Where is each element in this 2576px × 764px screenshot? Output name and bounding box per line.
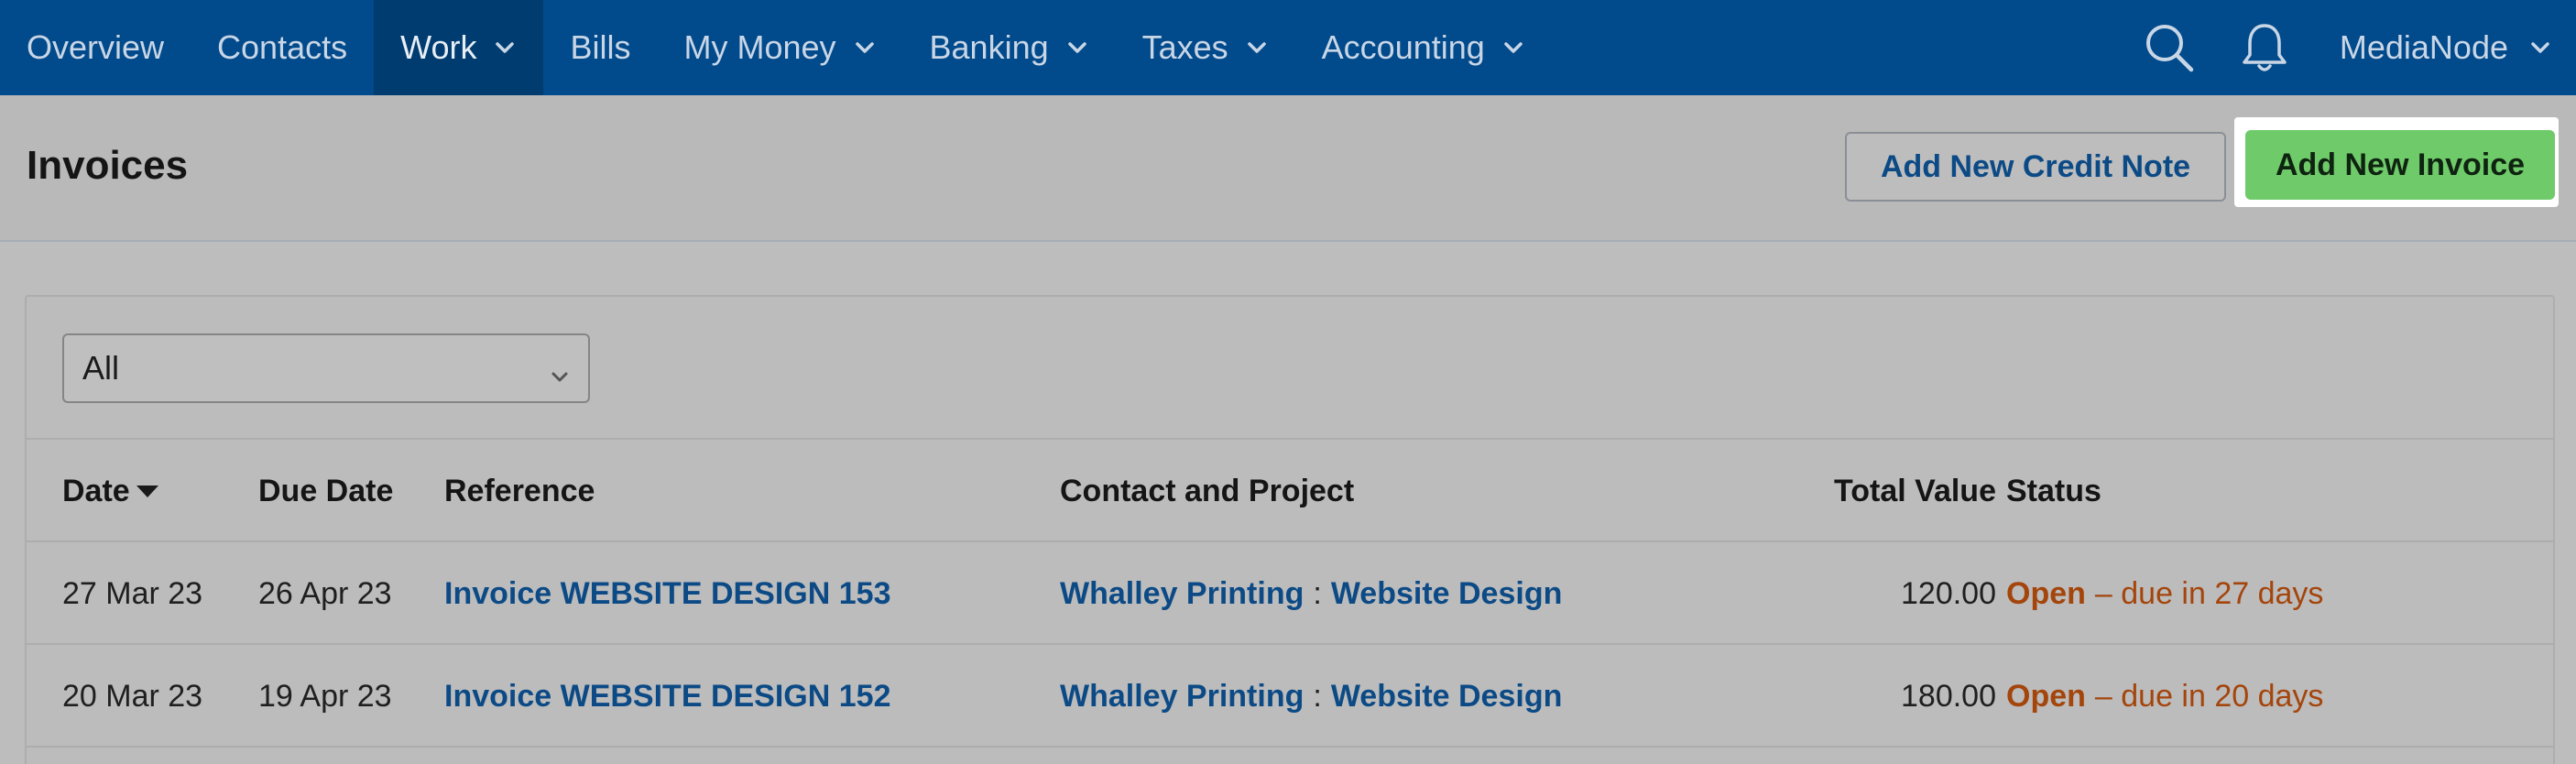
cell-status: Open – due in 20 days — [2006, 645, 2323, 748]
sort-descending-icon — [136, 482, 159, 500]
contact-project-separator: : — [1313, 678, 1322, 714]
cell-date: 20 Mar 23 — [62, 678, 203, 714]
page-header: Invoices Add New Credit Note — [0, 95, 2576, 242]
nav-item-label: Overview — [27, 28, 165, 66]
nav-item-my-money[interactable]: My Money — [657, 0, 902, 95]
cell-contact-project: Whalley Printing : Website Design — [1060, 542, 1562, 645]
nav-item-banking[interactable]: Banking — [903, 0, 1116, 95]
chevron-down-icon — [493, 36, 517, 60]
cell-total-value: 180.00 — [1901, 678, 1996, 714]
status-detail: – due in 27 days — [2094, 575, 2324, 611]
chevron-down-icon — [548, 358, 572, 382]
nav-item-label: My Money — [683, 28, 836, 66]
invoices-panel: All Date Due Date Reference Contact and … — [25, 295, 2555, 764]
nav-item-bills[interactable]: Bills — [543, 0, 657, 95]
chevron-down-icon — [853, 36, 877, 60]
add-new-invoice-button[interactable]: Add New Invoice — [2245, 130, 2555, 200]
nav-item-label: Taxes — [1141, 28, 1228, 66]
chevron-down-icon — [2528, 36, 2552, 60]
status-detail: – due in 20 days — [2094, 678, 2324, 714]
status-badge: Open — [2006, 575, 2086, 611]
column-header-reference[interactable]: Reference — [444, 440, 595, 542]
project-link[interactable]: Website Design — [1331, 576, 1563, 612]
nav-item-label: Accounting — [1321, 28, 1485, 66]
cell-date: 27 Mar 23 — [62, 575, 203, 611]
cell-status: Open – due in 27 days — [2006, 542, 2323, 645]
contact-link[interactable]: Whalley Printing — [1060, 576, 1304, 612]
nav-item-label: Bills — [570, 28, 631, 66]
nav-item-label: Contacts — [217, 28, 348, 66]
search-icon[interactable] — [2122, 0, 2217, 95]
contact-project-separator: : — [1313, 575, 1322, 611]
column-header-date[interactable]: Date — [62, 440, 159, 542]
invoice-reference-link[interactable]: Invoice WEBSITE DESIGN 153 — [444, 542, 890, 645]
table-header: Date Due Date Reference Contact and Proj… — [27, 440, 2553, 542]
nav-item-overview[interactable]: Overview — [0, 0, 191, 95]
chevron-down-icon — [1245, 36, 1269, 60]
chevron-down-icon — [1065, 36, 1089, 60]
top-navigation: Overview Contacts Work Bills My Money Ba… — [0, 0, 2576, 95]
user-name: MediaNode — [2339, 28, 2508, 66]
nav-item-accounting[interactable]: Accounting — [1295, 0, 1552, 95]
table-row: 20 Mar 23 19 Apr 23 Invoice WEBSITE DESI… — [27, 645, 2553, 748]
nav-item-taxes[interactable]: Taxes — [1116, 0, 1295, 95]
chevron-down-icon — [1501, 36, 1525, 60]
contact-link[interactable]: Whalley Printing — [1060, 679, 1304, 715]
nav-right-group: MediaNode — [2122, 0, 2576, 95]
nav-item-work[interactable]: Work — [374, 0, 544, 95]
invoice-reference-link[interactable]: Invoice WEBSITE DESIGN 152 — [444, 645, 890, 748]
column-header-contact[interactable]: Contact and Project — [1060, 440, 1354, 542]
column-header-label: Date — [62, 473, 130, 508]
column-header-due-date[interactable]: Due Date — [258, 440, 393, 542]
cell-total-value: 120.00 — [1901, 575, 1996, 611]
page-title: Invoices — [27, 143, 189, 188]
nav-item-label: Banking — [929, 28, 1049, 66]
status-badge: Open — [2006, 678, 2086, 714]
cell-due-date: 26 Apr 23 — [258, 575, 392, 611]
bell-icon[interactable] — [2217, 0, 2312, 95]
cell-due-date: 19 Apr 23 — [258, 678, 392, 714]
status-filter-select[interactable]: All — [62, 333, 590, 403]
add-new-credit-note-button[interactable]: Add New Credit Note — [1845, 132, 2226, 202]
column-header-total[interactable]: Total Value — [1584, 440, 1996, 542]
nav-item-contacts[interactable]: Contacts — [191, 0, 374, 95]
user-menu[interactable]: MediaNode — [2312, 28, 2576, 67]
nav-item-label: Work — [400, 28, 477, 66]
column-header-status[interactable]: Status — [2006, 440, 2101, 542]
table-row: 27 Mar 23 26 Apr 23 Invoice WEBSITE DESI… — [27, 542, 2553, 645]
filter-bar: All — [27, 297, 2553, 440]
filter-selected-value: All — [82, 349, 120, 387]
project-link[interactable]: Website Design — [1331, 679, 1563, 715]
cell-contact-project: Whalley Printing : Website Design — [1060, 645, 1562, 748]
